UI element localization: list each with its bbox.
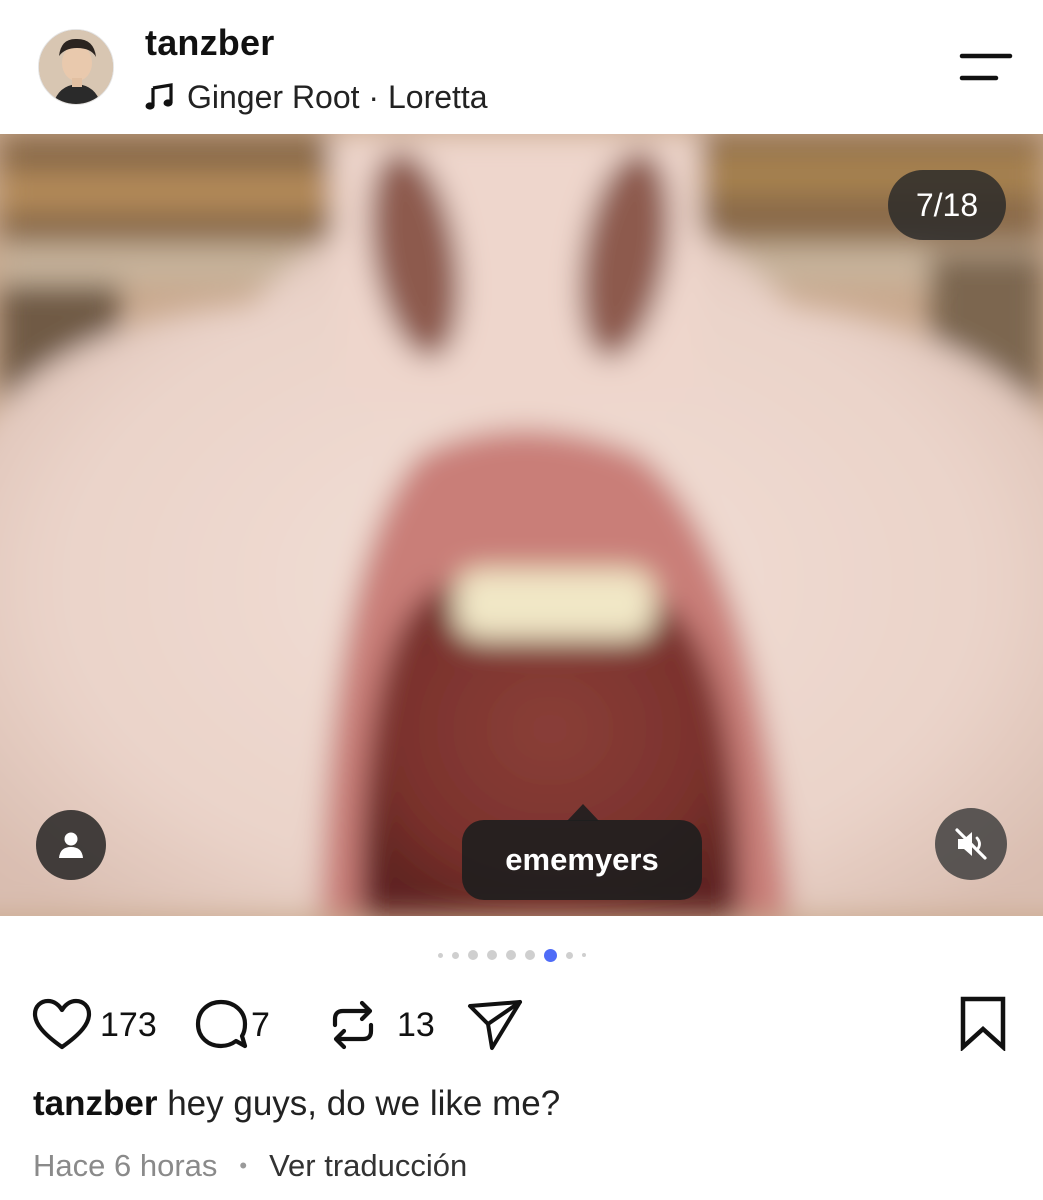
comment-count: 7	[251, 1005, 270, 1044]
muted-speaker-icon	[955, 828, 987, 860]
post-photo	[0, 134, 1043, 916]
carousel-dot	[506, 950, 516, 960]
user-tags-button[interactable]	[36, 810, 106, 880]
translate-link[interactable]: Ver traducción	[269, 1148, 467, 1184]
media-counter: 7/18	[888, 170, 1006, 240]
carousel-dot	[566, 951, 573, 959]
mute-button[interactable]	[935, 808, 1007, 880]
tag-pointer	[567, 804, 599, 821]
comment-icon	[195, 999, 248, 1049]
carousel-dot	[525, 950, 535, 960]
carousel-indicator	[438, 945, 595, 965]
bookmark-icon[interactable]	[956, 995, 1010, 1051]
post-username[interactable]: tanzber	[145, 22, 274, 64]
post-time: Hace 6 horas	[33, 1148, 218, 1183]
post-actions: 173 7 13	[0, 990, 1043, 1060]
avatar-image	[39, 30, 113, 104]
repost-icon	[332, 1000, 374, 1050]
like-count: 173	[100, 1005, 157, 1044]
share-button[interactable]	[466, 990, 524, 1060]
meta-separator: •	[239, 1153, 248, 1178]
caption-username[interactable]: tanzber	[33, 1084, 157, 1123]
music-track: Ginger Root · Loretta	[187, 78, 488, 115]
post-meta: Hace 6 horas • Ver traducción	[33, 1148, 467, 1184]
carousel-dot-active	[544, 948, 557, 962]
repost-button[interactable]: 13	[325, 990, 435, 1060]
post-caption: tanzber hey guys, do we like me?	[33, 1084, 560, 1124]
avatar[interactable]	[38, 29, 114, 105]
post-media[interactable]: 7/18 ememyers	[0, 134, 1043, 916]
carousel-dot	[438, 952, 443, 958]
caption-text: hey guys, do we like me?	[167, 1084, 561, 1123]
carousel-dot	[468, 950, 478, 960]
post-header: tanzber Ginger Root · Loretta	[0, 0, 1043, 134]
repost-count: 13	[397, 1005, 435, 1044]
user-tag-bubble[interactable]: ememyers	[462, 820, 702, 900]
menu-icon[interactable]	[958, 50, 1014, 86]
heart-icon	[32, 998, 92, 1050]
carousel-dot	[487, 950, 497, 960]
comment-button[interactable]: 7	[193, 990, 270, 1060]
music-info[interactable]: Ginger Root · Loretta	[145, 77, 488, 117]
like-button[interactable]: 173	[32, 990, 157, 1060]
carousel-dot	[452, 951, 459, 959]
music-note-icon	[145, 83, 173, 110]
send-icon	[468, 1000, 522, 1050]
carousel-dot	[582, 953, 586, 957]
person-icon	[59, 832, 83, 858]
